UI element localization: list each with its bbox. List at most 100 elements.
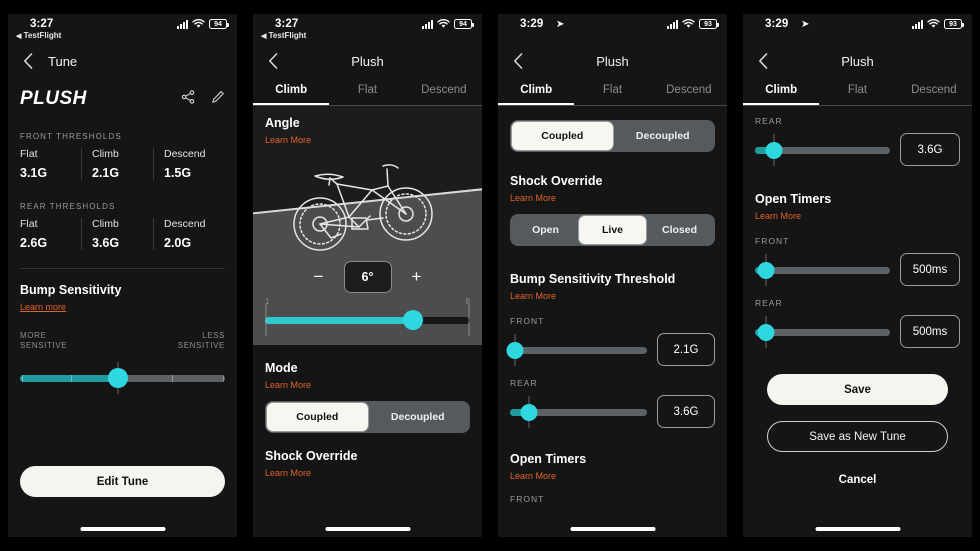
rear-threshold-value[interactable]: 3.6G [900, 133, 960, 166]
threshold-cell: Descend 2.0G [153, 218, 225, 250]
tab-descend[interactable]: Descend [406, 78, 482, 105]
open-timers-section: Open Timers Learn More FRONT [498, 452, 727, 504]
front-threshold-value[interactable]: 2.1G [657, 333, 715, 366]
increment-button[interactable]: + [408, 267, 426, 287]
row-label-front: FRONT [510, 494, 545, 504]
segment-coupled[interactable]: Coupled [267, 403, 368, 431]
location-arrow-icon: ➤ [801, 19, 810, 30]
learn-more-link[interactable]: Learn More [498, 471, 568, 481]
threshold-cell: Flat 2.6G [20, 218, 81, 250]
learn-more-link[interactable]: Learn more [8, 302, 78, 312]
tab-bar: Climb Flat Descend [498, 78, 727, 105]
segment-live[interactable]: Live [579, 216, 646, 244]
battery-level: 93 [949, 20, 957, 28]
angle-slider[interactable]: 1 8 [265, 297, 470, 336]
tab-descend[interactable]: Descend [651, 78, 727, 105]
tab-flat[interactable]: Flat [329, 78, 405, 105]
front-thresholds-label: FRONT THRESHOLDS [20, 132, 122, 141]
slider-thumb[interactable] [506, 341, 524, 359]
tab-descend[interactable]: Descend [896, 78, 972, 105]
segment-closed[interactable]: Closed [646, 216, 713, 244]
tab-baseline [498, 105, 727, 106]
learn-more-link[interactable]: Learn More [253, 380, 323, 390]
cancel-button[interactable]: Cancel [767, 474, 948, 486]
battery-level: 94 [459, 20, 467, 28]
pencil-icon[interactable] [211, 90, 225, 109]
less-sensitive-label: LESS SENSITIVE [178, 331, 225, 351]
segment-open[interactable]: Open [512, 216, 579, 244]
phone-panel-1: 3:27 ◀ TestFlight 94 Tune PLUSH FRONT TH… [0, 0, 245, 551]
learn-more-link[interactable]: Learn More [265, 135, 323, 145]
nav-title: Plush [841, 53, 874, 69]
rear-thresholds-label: REAR THRESHOLDS [20, 202, 116, 211]
shock-override-title: Shock Override [265, 449, 358, 463]
share-icon[interactable] [181, 89, 195, 109]
status-bar: 3:29 ➤ 93 [498, 14, 727, 44]
front-thresholds-row: Flat 3.1G Climb 2.1G Descend 1.5G [8, 148, 237, 180]
slider-thumb[interactable] [765, 141, 783, 159]
slider-track [510, 346, 647, 354]
wifi-icon [682, 19, 695, 28]
bump-sensitivity-slider[interactable] [20, 362, 225, 394]
edit-tune-button[interactable]: Edit Tune [20, 466, 225, 497]
rear-threshold-value[interactable]: 3.6G [657, 395, 715, 428]
slider-thumb[interactable] [757, 261, 775, 279]
shock-override-section: Shock Override Learn More Open Live Clos… [498, 174, 727, 246]
angle-stepper: − 6° + [253, 257, 482, 293]
open-timers-title: Open Timers [510, 452, 587, 466]
more-sensitive-line2: SENSITIVE [20, 341, 68, 350]
threshold-cell: Climb 3.6G [81, 218, 153, 250]
rear-timer-slider[interactable] [755, 315, 890, 348]
tab-baseline [743, 105, 972, 106]
learn-more-link[interactable]: Learn More [253, 468, 323, 478]
status-indicators: 94 [422, 19, 474, 29]
rear-timer-value[interactable]: 500ms [900, 315, 960, 348]
tab-climb[interactable]: Climb [253, 78, 329, 105]
slider-thumb[interactable] [108, 368, 129, 388]
open-timers-section: Open Timers Learn More FRONT 500ms REAR [743, 192, 972, 348]
angle-section: Angle Learn More − 6° + 1 8 [253, 106, 482, 345]
home-indicator [325, 527, 410, 531]
slider-thumb[interactable] [402, 310, 423, 330]
row-label-front: FRONT [755, 236, 790, 246]
back-triangle-icon: ◀ [261, 33, 267, 40]
learn-more-link[interactable]: Learn More [498, 291, 568, 301]
rear-threshold-slider[interactable] [510, 395, 647, 428]
front-timer-value[interactable]: 500ms [900, 253, 960, 286]
front-timer-slider[interactable] [755, 253, 890, 286]
tab-climb[interactable]: Climb [498, 78, 574, 105]
cellular-signal-icon [912, 19, 923, 29]
segment-decoupled[interactable]: Decoupled [368, 403, 469, 431]
cellular-signal-icon [667, 19, 678, 29]
tab-flat[interactable]: Flat [819, 78, 895, 105]
save-as-new-tune-button[interactable]: Save as New Tune [767, 421, 948, 452]
slider-thumb[interactable] [757, 323, 775, 341]
segment-decoupled[interactable]: Decoupled [613, 122, 714, 150]
slider-thumb[interactable] [520, 403, 538, 421]
angle-value-box[interactable]: 6° [343, 261, 392, 293]
tab-bar: Climb Flat Descend [253, 78, 482, 105]
shock-override-section: Shock Override Learn More [253, 449, 482, 481]
front-threshold-slider[interactable] [506, 333, 647, 366]
segment-coupled[interactable]: Coupled [512, 122, 613, 150]
threshold-name: Descend [164, 218, 206, 230]
threshold-name: Climb [92, 148, 119, 160]
decrement-button[interactable]: − [310, 267, 328, 287]
learn-more-link[interactable]: Learn More [743, 211, 813, 221]
cellular-signal-icon [177, 19, 188, 29]
chevron-left-icon[interactable] [18, 51, 38, 71]
tab-flat[interactable]: Flat [574, 78, 650, 105]
rear-threshold-slider[interactable] [755, 133, 890, 166]
back-triangle-icon: ◀ [16, 33, 22, 40]
sensitivity-end-labels: MORE SENSITIVE LESS SENSITIVE [8, 331, 237, 351]
save-button[interactable]: Save [767, 374, 948, 405]
action-buttons: Save Save as New Tune Cancel [743, 374, 972, 486]
bump-threshold-section: Bump Sensitivity Threshold Learn More FR… [498, 272, 727, 428]
status-bar: 3:27 ◀ TestFlight 94 [8, 14, 237, 44]
open-timer-row-rear: 500ms [743, 315, 972, 348]
rear-threshold-row: 3.6G [743, 133, 972, 166]
status-bar: 3:29 ➤ 93 [743, 14, 972, 44]
mode-segmented-control: Coupled Decoupled [510, 120, 715, 152]
tab-climb[interactable]: Climb [743, 78, 819, 105]
learn-more-link[interactable]: Learn More [498, 193, 568, 203]
